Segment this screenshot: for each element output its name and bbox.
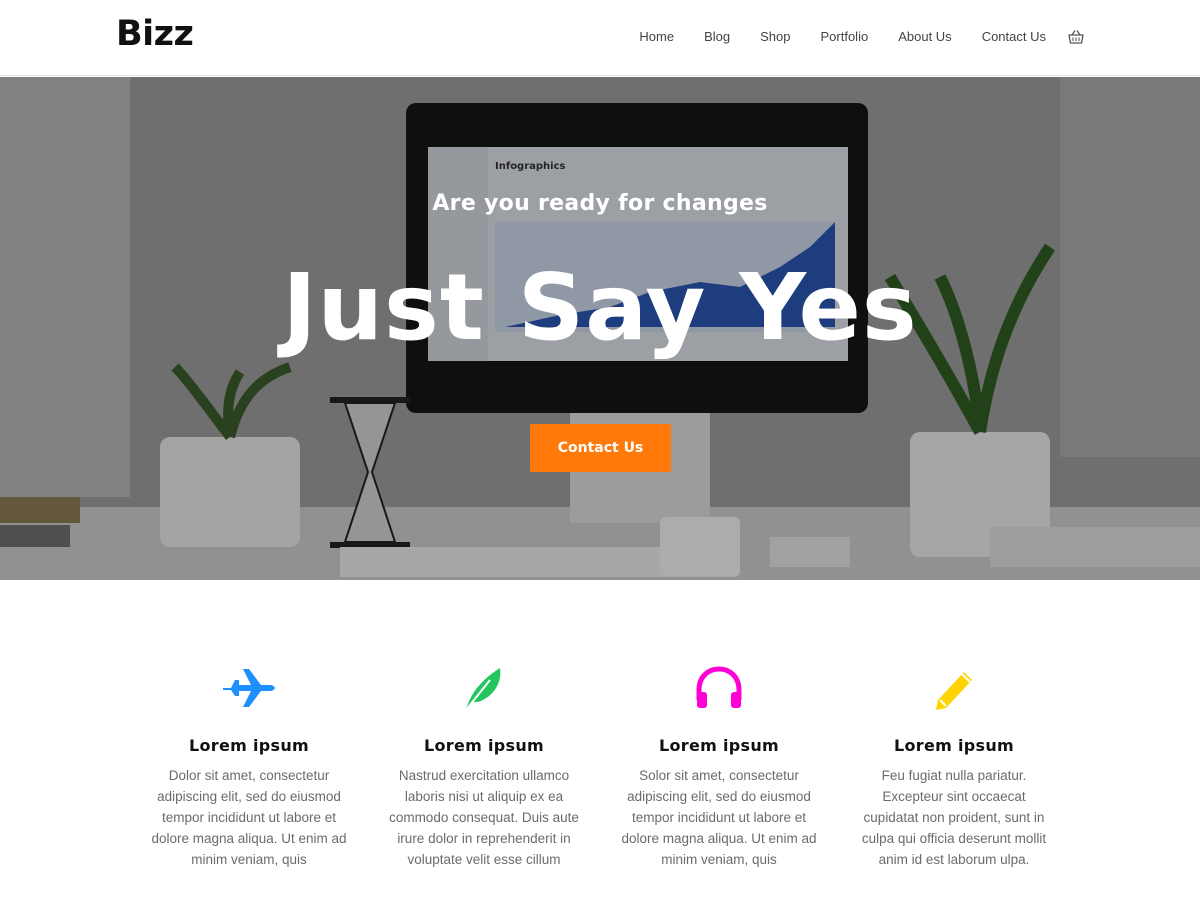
jet-plane-icon xyxy=(223,669,275,707)
feature-title: Lorem ipsum xyxy=(894,736,1014,755)
hero-title: Just Say Yes xyxy=(282,254,918,361)
feature-description: Nastrud exercitation ullamco laboris nis… xyxy=(389,768,579,867)
nav-contact-us[interactable]: Contact Us xyxy=(982,28,1046,46)
nav-blog[interactable]: Blog xyxy=(704,28,730,46)
hero-subtitle: Are you ready for changes xyxy=(432,191,768,216)
feature-card: Lorem ipsum Solor sit amet, consectetur … xyxy=(619,666,819,870)
contact-us-button[interactable]: Contact Us xyxy=(530,424,671,472)
feature-description: Dolor sit amet, consectetur adipiscing e… xyxy=(151,768,347,867)
nav-home[interactable]: Home xyxy=(639,28,674,46)
nav-portfolio[interactable]: Portfolio xyxy=(821,28,869,46)
feature-card: Lorem ipsum Feu fugiat nulla pariatur. E… xyxy=(854,666,1054,870)
nav-about-us[interactable]: About Us xyxy=(898,28,951,46)
feature-title: Lorem ipsum xyxy=(424,736,544,755)
feature-card: Lorem ipsum Nastrud exercitation ullamco… xyxy=(384,666,584,870)
feather-icon xyxy=(465,668,501,711)
site-logo[interactable]: Bizz xyxy=(116,14,194,54)
features-section: Lorem ipsum Dolor sit amet, consectetur … xyxy=(0,580,1200,900)
nav-shop[interactable]: Shop xyxy=(760,28,790,46)
shopping-basket-icon[interactable] xyxy=(1068,29,1084,45)
feature-description: Feu fugiat nulla pariatur. Excepteur sin… xyxy=(861,768,1047,867)
hero-banner: Infographics Are you ready for changes J… xyxy=(0,77,1200,580)
main-nav: Home Blog Shop Portfolio About Us Contac… xyxy=(639,28,1084,46)
feature-description: Solor sit amet, consectetur adipiscing e… xyxy=(621,768,817,867)
headphones-icon xyxy=(696,666,742,708)
feature-card: Lorem ipsum Dolor sit amet, consectetur … xyxy=(149,666,349,870)
feature-title: Lorem ipsum xyxy=(659,736,779,755)
site-header: Bizz Home Blog Shop Portfolio About Us C… xyxy=(0,0,1200,76)
feature-title: Lorem ipsum xyxy=(189,736,309,755)
pencil-icon xyxy=(936,672,972,710)
